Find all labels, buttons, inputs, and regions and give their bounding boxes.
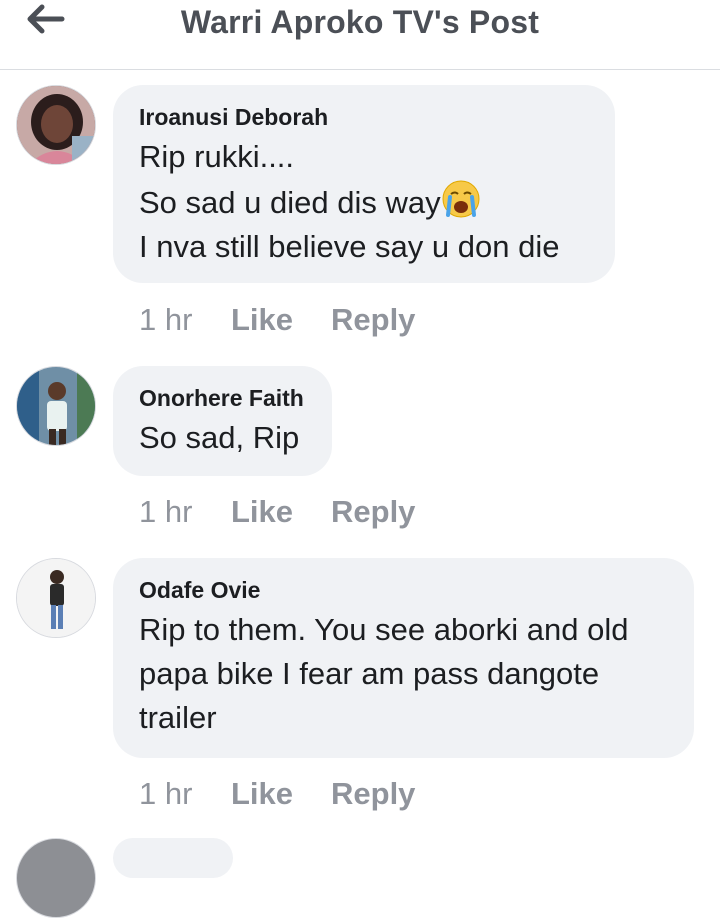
comment-bubble: Odafe Ovie Rip to them. You see aborki a… bbox=[113, 558, 694, 758]
comment-line: trailer bbox=[139, 700, 217, 735]
comment-bubble bbox=[113, 838, 233, 878]
comment-line: I nva still believe say u don die bbox=[139, 229, 560, 264]
avatar[interactable] bbox=[16, 366, 96, 446]
reply-button[interactable]: Reply bbox=[331, 492, 415, 532]
crying-face-emoji bbox=[441, 179, 481, 219]
comment-actions: 1 hr Like Reply bbox=[139, 774, 415, 814]
comment-author[interactable]: Onorhere Faith bbox=[139, 384, 306, 412]
comment-timestamp: 1 hr bbox=[139, 776, 193, 811]
like-button[interactable]: Like bbox=[231, 774, 331, 814]
comment-line: So sad, Rip bbox=[139, 420, 300, 455]
like-button[interactable]: Like bbox=[231, 492, 331, 532]
post-header: Warri Aproko TV's Post bbox=[0, 0, 720, 70]
comment-author[interactable]: Odafe Ovie bbox=[139, 576, 668, 604]
comment-line: Rip to them. You see aborki and old bbox=[139, 612, 629, 647]
comment-bubble: Onorhere Faith So sad, Rip bbox=[113, 366, 332, 476]
comment-bubble: Iroanusi Deborah Rip rukki.... So sad u … bbox=[113, 85, 615, 283]
comment-line: papa bike I fear am pass dangote bbox=[139, 656, 600, 691]
avatar[interactable] bbox=[16, 558, 96, 638]
like-button[interactable]: Like bbox=[231, 300, 331, 340]
comment-line-text: So sad u died dis way bbox=[139, 185, 441, 220]
avatar[interactable] bbox=[16, 85, 96, 165]
comment-line: Rip rukki.... bbox=[139, 139, 295, 174]
comment-timestamp: 1 hr bbox=[139, 494, 193, 529]
page-title: Warri Aproko TV's Post bbox=[180, 4, 540, 40]
reply-button[interactable]: Reply bbox=[331, 300, 415, 340]
comment-author[interactable]: Iroanusi Deborah bbox=[139, 103, 589, 131]
comment-actions: 1 hr Like Reply bbox=[139, 492, 415, 532]
comment-line: So sad u died dis way bbox=[139, 179, 589, 225]
reply-button[interactable]: Reply bbox=[331, 774, 415, 814]
comment-timestamp: 1 hr bbox=[139, 302, 193, 337]
avatar[interactable] bbox=[16, 838, 96, 918]
comment-actions: 1 hr Like Reply bbox=[139, 300, 415, 340]
